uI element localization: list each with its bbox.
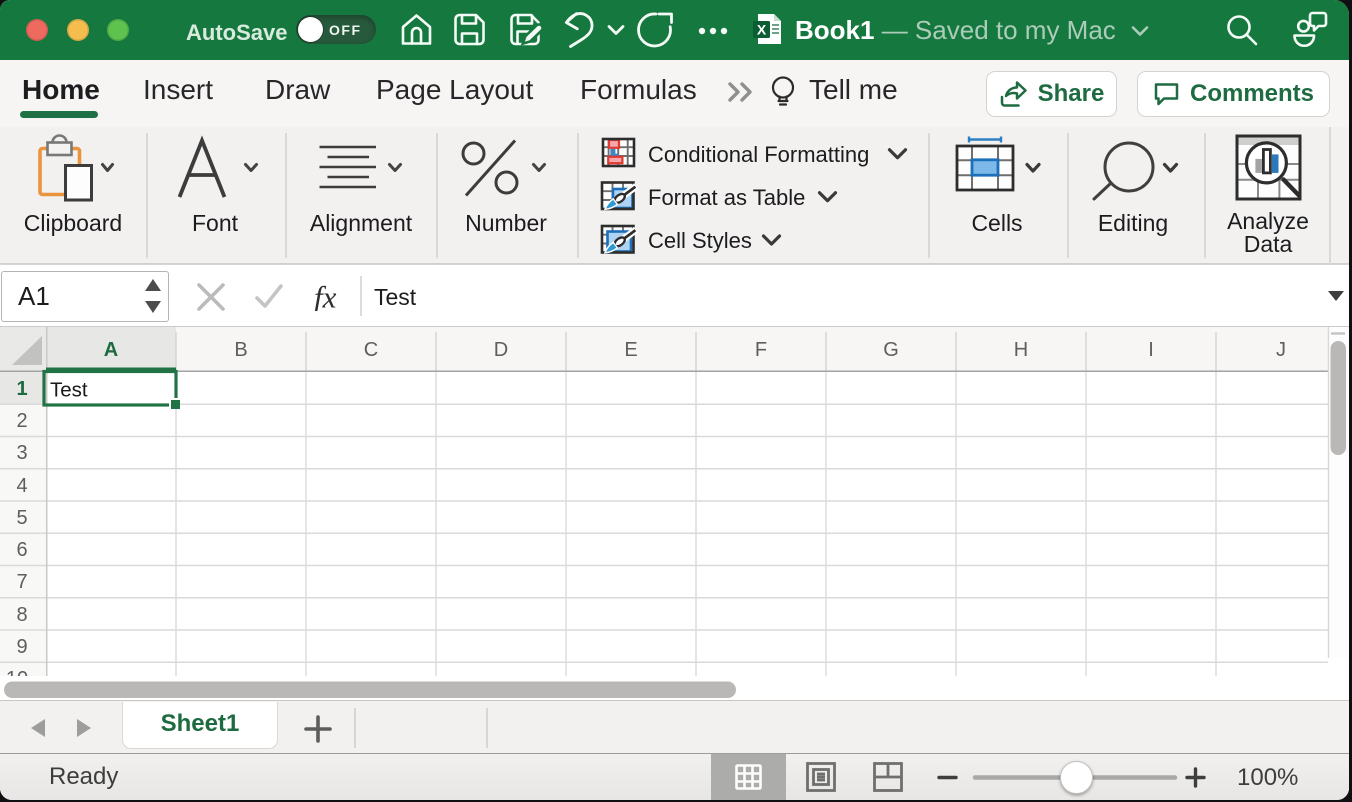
svg-text:F: F <box>755 339 767 361</box>
svg-text:2: 2 <box>16 410 27 432</box>
svg-text:H: H <box>1014 339 1028 361</box>
svg-text:I: I <box>1148 339 1154 361</box>
svg-text:E: E <box>624 339 637 361</box>
svg-text:3: 3 <box>16 442 27 464</box>
svg-text:8: 8 <box>16 604 27 626</box>
svg-text:C: C <box>364 339 378 361</box>
svg-text:A: A <box>104 339 118 361</box>
svg-text:fx: fx <box>314 283 337 311</box>
svg-text:4: 4 <box>16 475 27 497</box>
svg-text:X: X <box>757 22 767 38</box>
svg-text:G: G <box>883 339 899 361</box>
svg-text:B: B <box>234 339 247 361</box>
svg-text:5: 5 <box>16 507 27 529</box>
svg-text:Test: Test <box>50 379 88 402</box>
svg-text:7: 7 <box>16 571 27 593</box>
svg-text:1: 1 <box>16 378 27 400</box>
svg-text:6: 6 <box>16 539 27 561</box>
svg-text:D: D <box>494 339 508 361</box>
svg-text:J: J <box>1276 339 1286 361</box>
svg-text:9: 9 <box>16 636 27 658</box>
